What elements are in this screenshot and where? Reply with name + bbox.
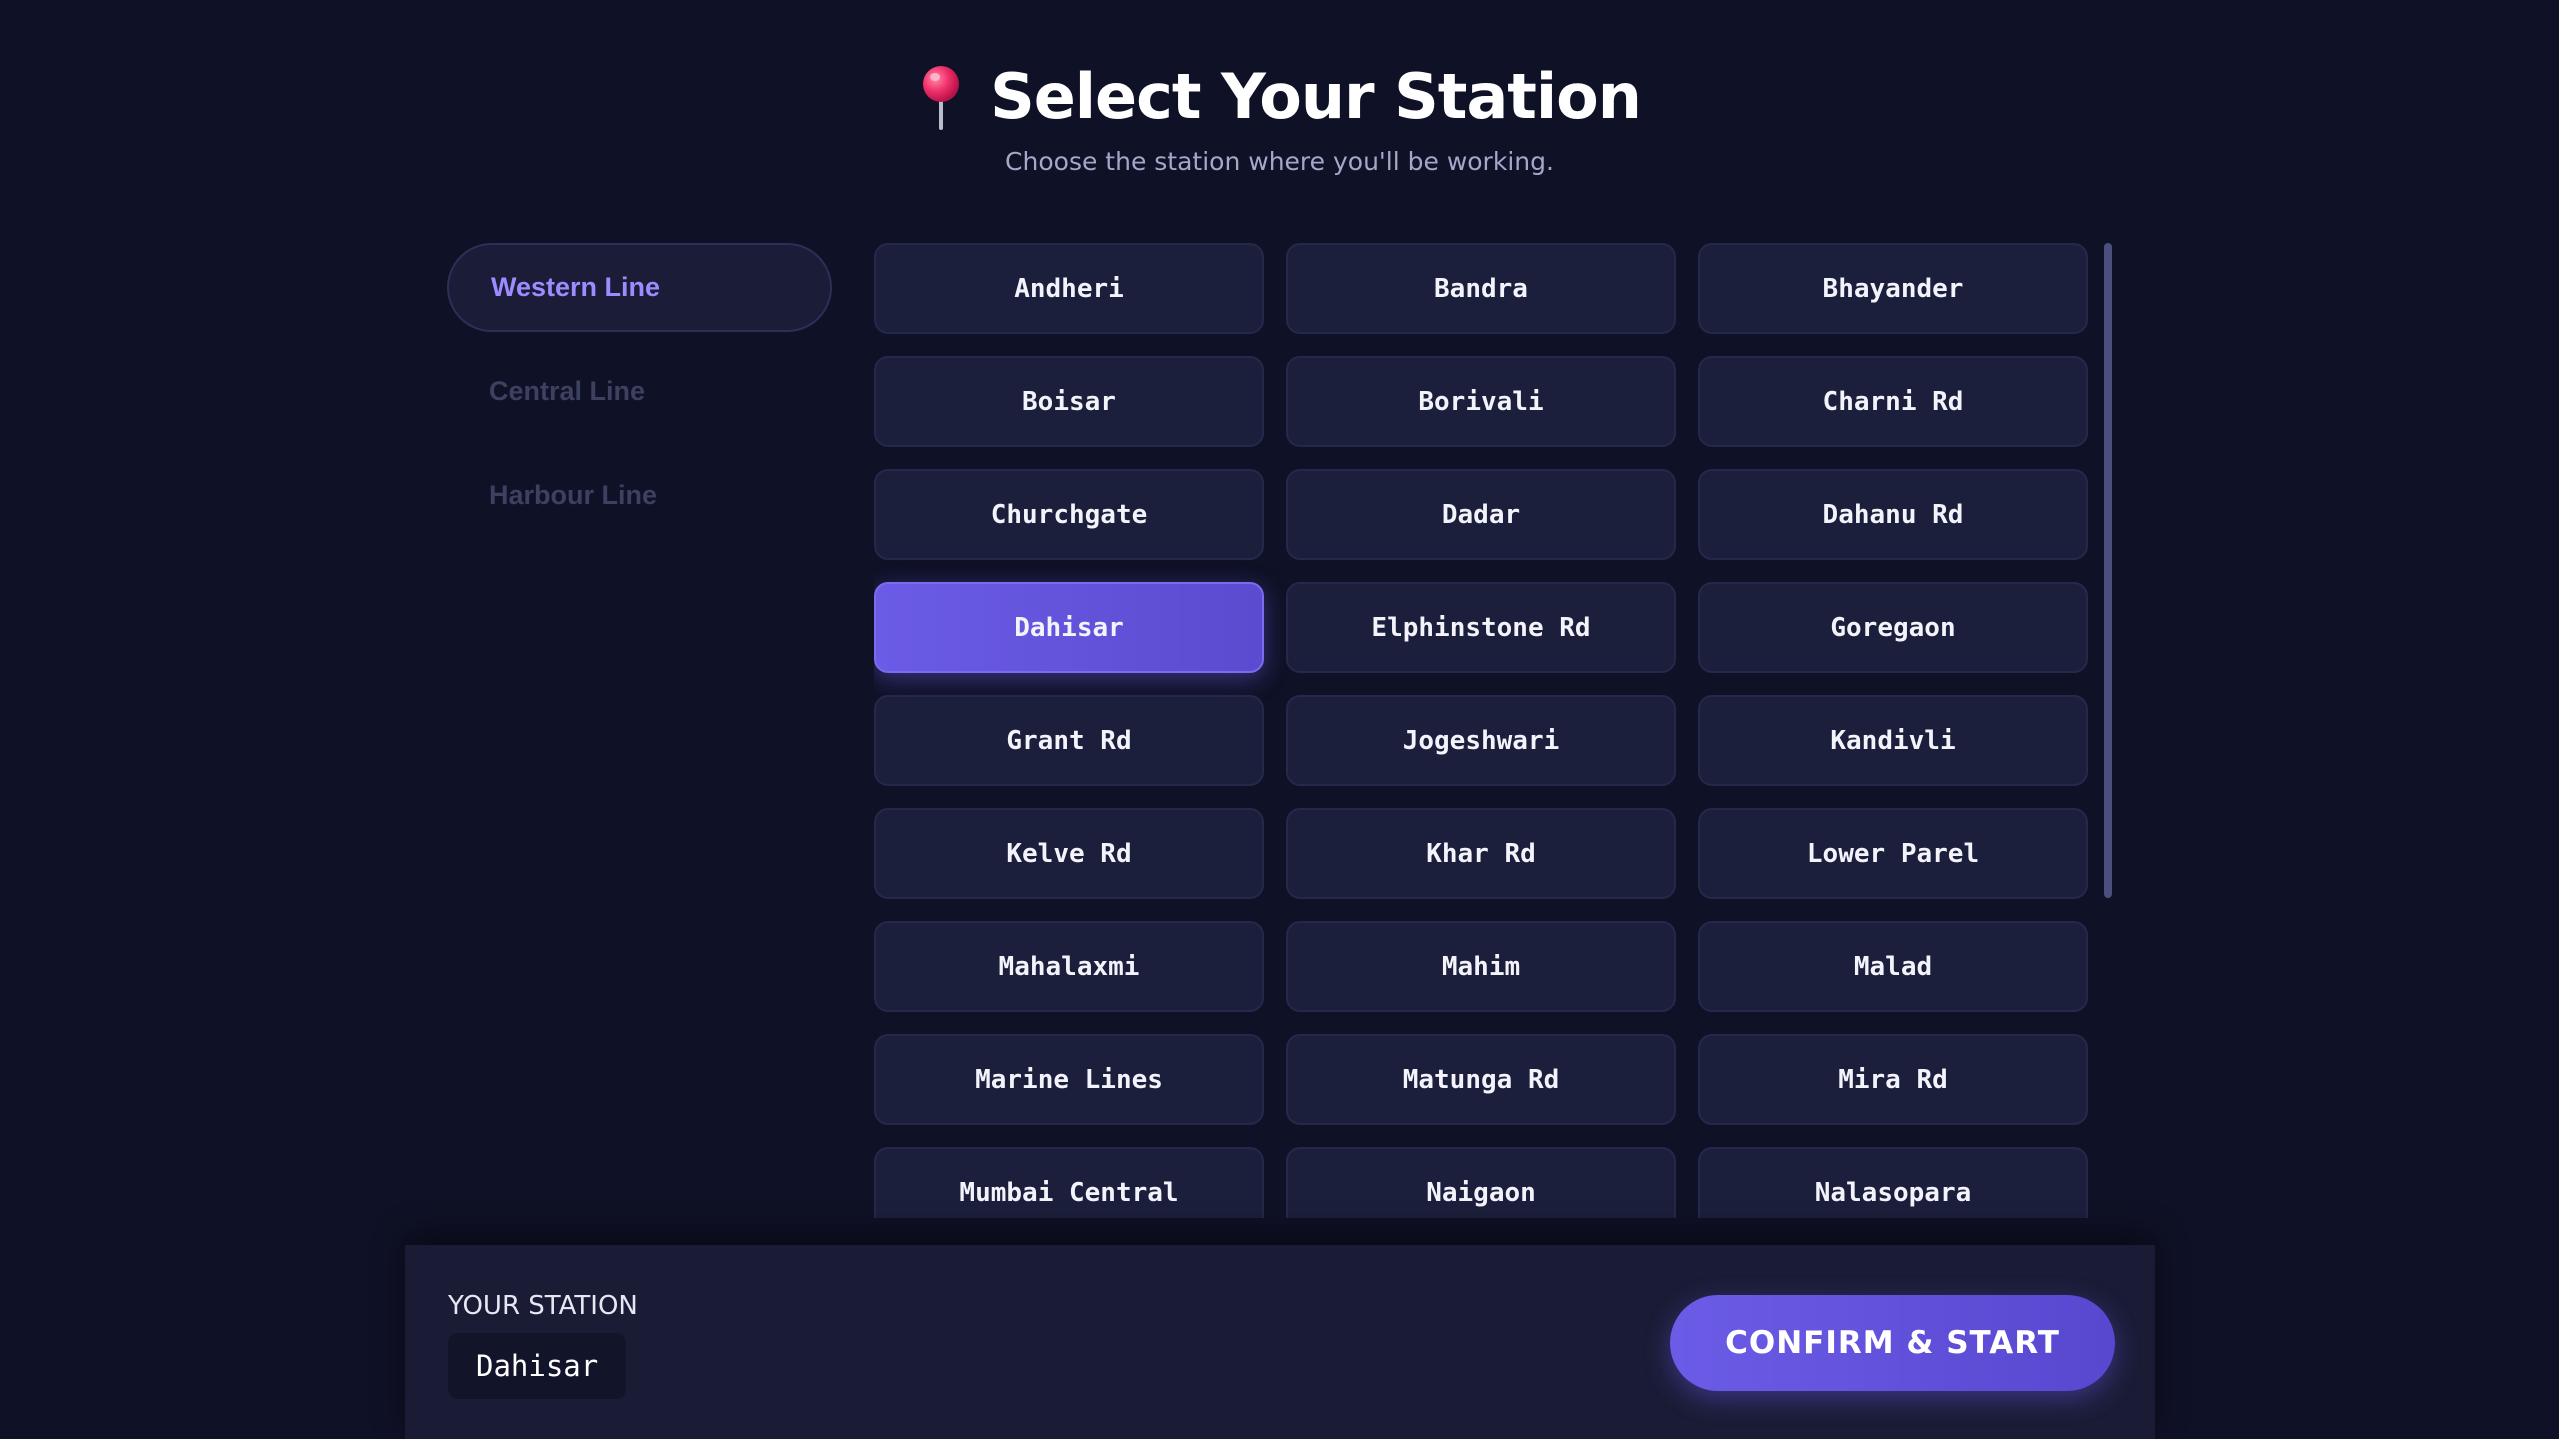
page-subtitle: Choose the station where you'll be worki… (1005, 147, 1554, 176)
station-button-kandivli[interactable]: Kandivli (1698, 695, 2088, 786)
tab-harbour-line[interactable]: Harbour Line (447, 451, 832, 540)
scrollbar-thumb[interactable] (2104, 243, 2112, 898)
station-button-malad[interactable]: Malad (1698, 921, 2088, 1012)
station-button-jogeshwari[interactable]: Jogeshwari (1286, 695, 1676, 786)
station-button-mumbai-central[interactable]: Mumbai Central (874, 1147, 1264, 1218)
station-button-dahisar[interactable]: Dahisar (874, 582, 1264, 673)
station-button-khar-rd[interactable]: Khar Rd (1286, 808, 1676, 899)
station-button-mahalaxmi[interactable]: Mahalaxmi (874, 921, 1264, 1012)
station-button-charni-rd[interactable]: Charni Rd (1698, 356, 2088, 447)
tab-central-line[interactable]: Central Line (447, 347, 832, 436)
tab-western-line[interactable]: Western Line (447, 243, 832, 332)
station-button-dadar[interactable]: Dadar (1286, 469, 1676, 560)
your-station-label: YOUR STATION (448, 1291, 638, 1321)
selection-footer: YOUR STATION Dahisar CONFIRM & START (405, 1245, 2155, 1439)
station-button-churchgate[interactable]: Churchgate (874, 469, 1264, 560)
station-button-grant-rd[interactable]: Grant Rd (874, 695, 1264, 786)
station-button-boisar[interactable]: Boisar (874, 356, 1264, 447)
your-station-value: Dahisar (448, 1333, 627, 1399)
station-button-goregaon[interactable]: Goregaon (1698, 582, 2088, 673)
page-title: Select Your Station (990, 60, 1642, 133)
station-grid: Andheri Bandra Bhayander Boisar Borivali… (874, 243, 2094, 1218)
station-button-matunga-rd[interactable]: Matunga Rd (1286, 1034, 1676, 1125)
station-button-andheri[interactable]: Andheri (874, 243, 1264, 334)
title-row: Select Your Station (0, 60, 2559, 133)
station-button-kelve-rd[interactable]: Kelve Rd (874, 808, 1264, 899)
station-button-elphinstone-rd[interactable]: Elphinstone Rd (1286, 582, 1676, 673)
station-grid-scrollbar[interactable] (2104, 243, 2112, 1218)
station-button-dahanu-rd[interactable]: Dahanu Rd (1698, 469, 2088, 560)
line-sidebar: Western Line Central Line Harbour Line (447, 243, 832, 555)
station-button-nalasopara[interactable]: Nalasopara (1698, 1147, 2088, 1218)
station-button-bandra[interactable]: Bandra (1286, 243, 1676, 334)
station-button-naigaon[interactable]: Naigaon (1286, 1147, 1676, 1218)
station-button-borivali[interactable]: Borivali (1286, 356, 1676, 447)
station-button-mira-rd[interactable]: Mira Rd (1698, 1034, 2088, 1125)
confirm-start-button[interactable]: CONFIRM & START (1670, 1295, 2115, 1391)
page-header: Select Your Station Choose the station w… (0, 60, 2559, 176)
station-grid-scroll[interactable]: Andheri Bandra Bhayander Boisar Borivali… (874, 243, 2094, 1218)
station-button-mahim[interactable]: Mahim (1286, 921, 1676, 1012)
station-button-marine-lines[interactable]: Marine Lines (874, 1034, 1264, 1125)
pushpin-icon (918, 64, 964, 130)
station-button-bhayander[interactable]: Bhayander (1698, 243, 2088, 334)
station-button-lower-parel[interactable]: Lower Parel (1698, 808, 2088, 899)
